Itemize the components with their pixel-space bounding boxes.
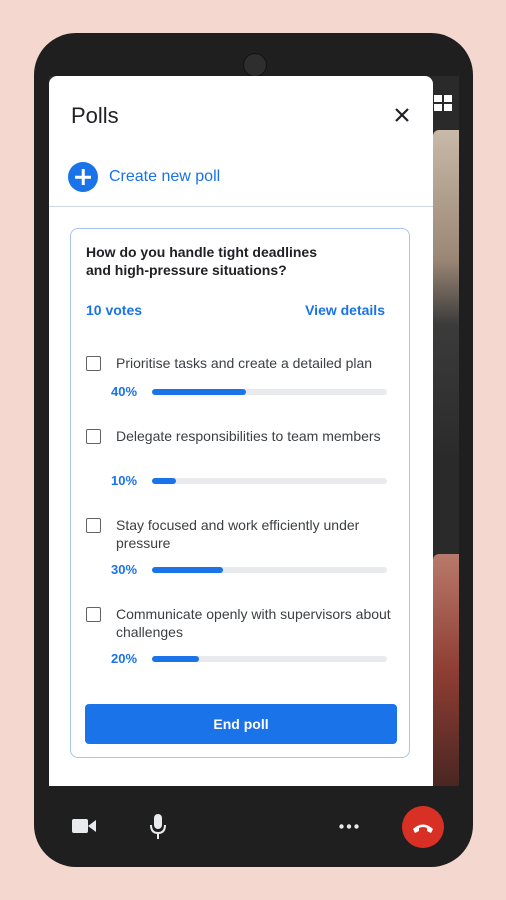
end-poll-button[interactable]: End poll: [85, 704, 397, 744]
hang-up-button[interactable]: [402, 806, 444, 848]
option-checkbox[interactable]: [86, 518, 101, 533]
hang-up-icon: [413, 824, 433, 833]
poll-question: How do you handle tight deadlines and hi…: [86, 243, 366, 279]
option-label: Stay focused and work efficiently under …: [116, 517, 360, 551]
option-label: Delegate responsibilities to team member…: [116, 428, 381, 444]
option-checkbox[interactable]: [86, 429, 101, 444]
participant-video-2[interactable]: [433, 554, 459, 786]
option-progress-bar: [152, 567, 387, 573]
option-progress-bar: [152, 478, 387, 484]
microphone-icon[interactable]: [149, 814, 167, 840]
option-percent: 30%: [111, 562, 138, 577]
option-progress-fill: [152, 656, 199, 662]
view-details-link[interactable]: View details: [305, 302, 385, 318]
polls-panel: Polls Create new poll How do you handle …: [49, 76, 433, 786]
option-label: Communicate openly with supervisors abou…: [116, 606, 391, 640]
close-icon[interactable]: [391, 104, 413, 126]
vote-count: 10 votes: [86, 302, 143, 318]
option-progress-fill: [152, 389, 246, 395]
create-poll-label: Create new poll: [109, 168, 221, 185]
call-controls: [49, 786, 459, 866]
divider: [49, 206, 433, 207]
option-percent: 40%: [111, 384, 138, 399]
camera-icon[interactable]: [72, 818, 96, 834]
option-progress-fill: [152, 478, 176, 484]
add-icon: [68, 162, 98, 192]
option-percent: 10%: [111, 473, 138, 488]
option-checkbox[interactable]: [86, 356, 101, 371]
option-checkbox[interactable]: [86, 607, 101, 622]
option-label: Prioritise tasks and create a detailed p…: [116, 355, 373, 371]
option-progress-bar: [152, 656, 387, 662]
option-progress-fill: [152, 567, 223, 573]
grid-layout-icon[interactable]: [434, 95, 452, 111]
participant-video[interactable]: [433, 130, 459, 455]
more-options-icon[interactable]: [339, 824, 359, 829]
poll-question-line-2: and high-pressure situations?: [86, 262, 287, 278]
create-new-poll-button[interactable]: Create new poll: [68, 162, 220, 192]
panel-title: Polls: [71, 103, 119, 128]
option-percent: 20%: [111, 651, 138, 666]
front-camera: [243, 53, 267, 77]
option-progress-bar: [152, 389, 387, 395]
poll-card: How do you handle tight deadlines and hi…: [70, 228, 410, 758]
poll-question-line-1: How do you handle tight deadlines: [86, 244, 318, 260]
